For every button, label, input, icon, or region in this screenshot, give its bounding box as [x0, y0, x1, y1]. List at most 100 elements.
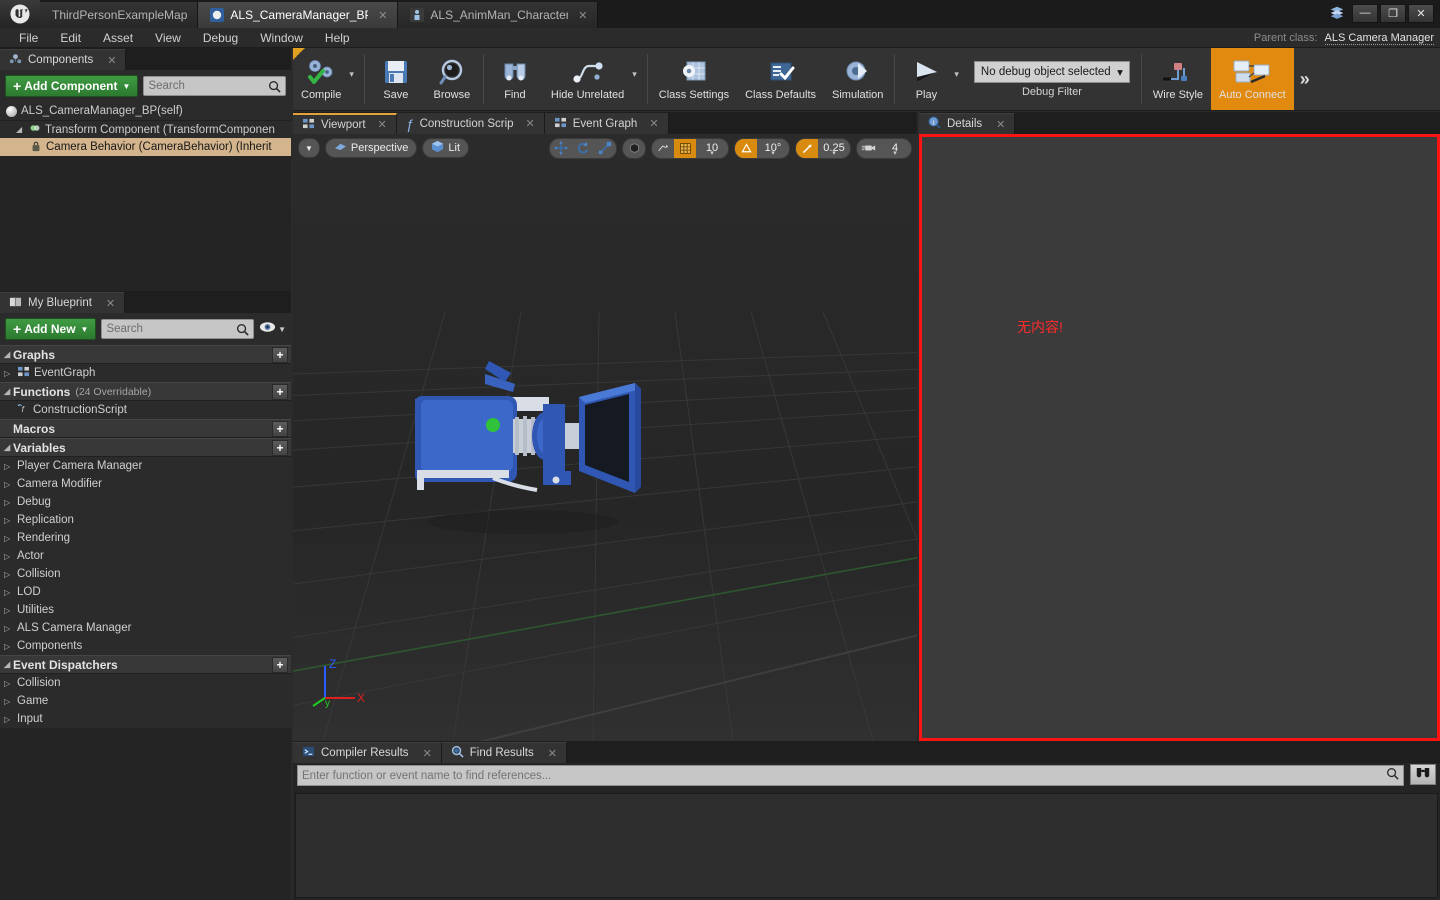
component-tree-row-camera-behavior[interactable]: Camera Behavior (CameraBehavior) (Inheri… [0, 138, 291, 156]
expand-triangle-icon[interactable]: ▷ [4, 715, 13, 724]
toolbar-play-button[interactable]: Play [898, 48, 954, 110]
expand-triangle-icon[interactable]: ▷ [4, 588, 13, 597]
expand-triangle-icon[interactable]: ▷ [4, 498, 13, 507]
window-tab-close-icon[interactable]: ✕ [378, 9, 387, 22]
hide-unrelated-dropdown-caret-icon[interactable]: ▾ [632, 48, 644, 110]
details-content-area[interactable]: 无内容! [919, 134, 1440, 741]
toolbar-auto-connect-button[interactable]: Auto Connect [1211, 48, 1294, 110]
list-item-variable[interactable]: ▷ Components [0, 637, 291, 655]
toolbar-wire-style-button[interactable]: Wire Style [1145, 48, 1211, 110]
camera-speed-value[interactable]: 4 [879, 142, 911, 154]
add-graph-button[interactable]: + [272, 346, 288, 363]
collapse-triangle-icon[interactable]: ◢ [4, 660, 13, 669]
tab-find-results[interactable]: Find Results ✕ [441, 742, 567, 763]
coordinate-system-button[interactable] [622, 137, 646, 159]
tab-viewport[interactable]: Viewport ✕ [293, 113, 397, 134]
restore-button[interactable]: ❐ [1380, 3, 1406, 23]
toolbar-simulation-button[interactable]: Simulation [824, 48, 891, 110]
lighting-mode-button[interactable]: Lit [422, 138, 470, 158]
tab-close-icon[interactable]: ✕ [378, 118, 387, 131]
tab-close-icon[interactable]: ✕ [548, 747, 557, 760]
close-button[interactable]: ✕ [1408, 3, 1434, 23]
expand-triangle-icon[interactable]: ▷ [4, 697, 13, 706]
scale-snap-toggle[interactable] [796, 138, 818, 158]
menu-window[interactable]: Window [249, 28, 314, 48]
angle-snap-value[interactable]: 10° [757, 142, 789, 154]
component-tree-row-self[interactable]: ALS_CameraManager_BP(self) [0, 102, 291, 120]
tab-details[interactable]: i Details ✕ [919, 113, 1016, 134]
component-tree-row-transform[interactable]: ◢ Transform Component (TransformComponen [0, 120, 291, 138]
grid-snap-value[interactable]: 10 [696, 142, 728, 154]
toolbar-class-defaults-button[interactable]: Class Defaults [737, 48, 824, 110]
tab-my-blueprint[interactable]: My Blueprint ✕ [0, 292, 126, 313]
list-item-variable[interactable]: ▷ ALS Camera Manager [0, 619, 291, 637]
collapse-triangle-icon[interactable]: ◢ [4, 387, 13, 396]
section-header-macros[interactable]: Macros + [0, 419, 291, 438]
scale-snap-value[interactable]: 0.25 [818, 142, 850, 154]
list-item-constructionscript[interactable]: f ConstructionScript [0, 401, 291, 419]
add-function-button[interactable]: + [272, 383, 288, 400]
menu-file[interactable]: File [8, 28, 49, 48]
toolbar-browse-button[interactable]: Browse [424, 48, 480, 110]
expand-triangle-icon[interactable]: ▷ [4, 642, 13, 651]
minimize-button[interactable]: — [1352, 3, 1378, 23]
list-item-variable[interactable]: ▷ Actor [0, 547, 291, 565]
surface-snap-icon[interactable] [652, 139, 674, 158]
menu-view[interactable]: View [144, 28, 192, 48]
add-new-button[interactable]: + Add New ▼ [5, 318, 97, 340]
components-search-input[interactable]: Search [143, 76, 286, 96]
layers-book-icon[interactable] [1324, 1, 1350, 25]
grid-snap-toggle[interactable] [674, 138, 696, 158]
list-item-variable[interactable]: ▷ Rendering [0, 529, 291, 547]
tab-close-icon[interactable]: ✕ [649, 117, 658, 130]
expand-triangle-icon[interactable]: ▷ [4, 369, 13, 378]
list-item-variable[interactable]: ▷ Collision [0, 565, 291, 583]
toolbar-save-button[interactable]: Save [368, 48, 424, 110]
tab-close-icon[interactable]: ✕ [423, 747, 432, 760]
viewport-options-button[interactable]: ▼ [298, 138, 320, 158]
expand-triangle-icon[interactable]: ▷ [4, 534, 13, 543]
expand-triangle-icon[interactable]: ▷ [4, 516, 13, 525]
list-item-dispatcher[interactable]: ▷ Input [0, 710, 291, 728]
toolbar-find-button[interactable]: Find [487, 48, 543, 110]
find-references-input[interactable]: Enter function or event name to find ref… [297, 765, 1404, 786]
tab-components[interactable]: Components ✕ [0, 49, 127, 70]
window-tab-als-cameramanager-bp[interactable]: ALS_CameraManager_BP ✕ [198, 2, 399, 28]
expand-triangle-icon[interactable]: ▷ [4, 679, 13, 688]
list-item-variable[interactable]: ▷ Replication [0, 511, 291, 529]
list-item-variable[interactable]: ▷ Debug [0, 493, 291, 511]
list-item-variable[interactable]: ▷ Utilities [0, 601, 291, 619]
list-item-dispatcher[interactable]: ▷ Collision [0, 674, 291, 692]
tab-close-icon[interactable]: ✕ [996, 118, 1005, 131]
toolbar-overflow-button[interactable]: » [1294, 48, 1316, 110]
section-header-functions[interactable]: ◢ Functions (24 Overridable) + [0, 382, 291, 401]
add-event-dispatcher-button[interactable]: + [272, 656, 288, 673]
expand-triangle-icon[interactable]: ◢ [16, 125, 25, 134]
view-mode-button[interactable]: Perspective [324, 138, 418, 158]
visibility-filter-button[interactable]: ▼ [259, 320, 286, 338]
window-tab-third-person-example-map[interactable]: ThirdPersonExampleMap [40, 2, 199, 28]
list-item-variable[interactable]: ▷ Player Camera Manager [0, 457, 291, 475]
add-component-button[interactable]: + Add Component ▼ [5, 75, 139, 97]
scale-icon[interactable] [594, 139, 616, 158]
magnifier-icon[interactable] [1386, 767, 1399, 785]
expand-triangle-icon[interactable]: ▷ [4, 570, 13, 579]
list-item-variable[interactable]: ▷ LOD [0, 583, 291, 601]
compile-dropdown-caret-icon[interactable]: ▾ [349, 48, 361, 110]
collapse-triangle-icon[interactable]: ◢ [4, 443, 13, 452]
toolbar-hide-unrelated-button[interactable]: Hide Unrelated [543, 48, 632, 110]
expand-triangle-icon[interactable]: ▷ [4, 462, 13, 471]
section-header-variables[interactable]: ◢ Variables + [0, 438, 291, 457]
window-tab-als-animman-character[interactable]: ALS_AnimMan_Character ✕ [398, 2, 599, 28]
tab-close-icon[interactable]: ✕ [526, 117, 535, 130]
section-header-event-dispatchers[interactable]: ◢ Event Dispatchers + [0, 655, 291, 674]
myblueprint-search-input[interactable]: Search [101, 319, 255, 339]
camera-speed-icon[interactable] [857, 139, 879, 158]
parent-class-link[interactable]: ALS Camera Manager [1324, 32, 1434, 45]
list-item-dispatcher[interactable]: ▷ Game [0, 692, 291, 710]
tab-close-icon[interactable]: ✕ [106, 297, 115, 310]
menu-debug[interactable]: Debug [192, 28, 249, 48]
toolbar-class-settings-button[interactable]: Class Settings [651, 48, 737, 110]
list-item-eventgraph[interactable]: ▷ EventGraph [0, 364, 291, 382]
expand-triangle-icon[interactable]: ▷ [4, 480, 13, 489]
